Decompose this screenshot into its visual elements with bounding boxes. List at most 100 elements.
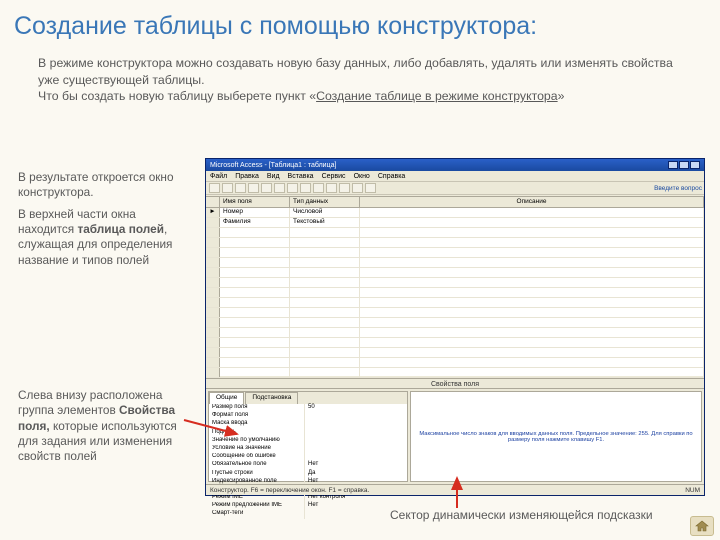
prop-row[interactable]: Смарт-теги (209, 510, 407, 518)
row-selector: ► (206, 208, 220, 217)
prop-row[interactable]: Значение по умолчанию (209, 437, 407, 445)
prop-value[interactable] (304, 420, 407, 428)
prop-value[interactable]: Нет (304, 502, 407, 510)
lp2d: название и типов (18, 253, 113, 267)
help-search[interactable]: Введите вопрос (654, 185, 702, 192)
prop-value[interactable] (304, 445, 407, 453)
prop-row[interactable]: Пустые строкиДа (209, 470, 407, 478)
prop-value[interactable]: Нет контроля (304, 494, 407, 502)
menu-window[interactable]: Окно (354, 173, 370, 180)
toolbar-button[interactable] (222, 183, 233, 193)
intro-line2b: » (558, 89, 565, 103)
home-button[interactable] (690, 516, 714, 536)
grid-row[interactable] (206, 248, 704, 258)
toolbar-button[interactable] (261, 183, 272, 193)
grid-row[interactable] (206, 298, 704, 308)
toolbar-button[interactable] (235, 183, 246, 193)
grid-row[interactable] (206, 338, 704, 348)
row-selector (206, 218, 220, 227)
tab-general[interactable]: Общие (209, 392, 244, 404)
prop-label: Сообщение об ошибке (209, 453, 304, 461)
prop-row[interactable]: Условие на значение (209, 445, 407, 453)
prop-row[interactable]: Формат поля (209, 412, 407, 420)
intro-paragraph: В режиме конструктора можно создавать но… (0, 47, 720, 111)
prop-row[interactable]: Режим предложений IMEНет (209, 502, 407, 510)
grid-row[interactable]: ► Номер Числовой (206, 208, 704, 218)
grid-row[interactable] (206, 288, 704, 298)
prop-label: Смарт-теги (209, 510, 304, 518)
prop-label: Режим предложений IME (209, 502, 304, 510)
prop-label: Значение по умолчанию (209, 437, 304, 445)
grid-row[interactable] (206, 358, 704, 368)
toolbar-button[interactable] (365, 183, 376, 193)
prop-value[interactable] (304, 429, 407, 437)
toolbar-button[interactable] (287, 183, 298, 193)
grid-header-type: Тип данных (290, 197, 360, 207)
prop-row[interactable]: Подпись (209, 429, 407, 437)
cell-type[interactable]: Текстовый (290, 218, 360, 227)
menu-view[interactable]: Вид (267, 173, 280, 180)
prop-value[interactable] (304, 510, 407, 518)
props-list: Размер поля50Формат поляМаска вводаПодпи… (209, 404, 407, 519)
statusbar: Конструктор. F6 = переключение окон. F1 … (206, 484, 704, 495)
tab-lookup[interactable]: Подстановка (245, 392, 298, 404)
lp2e: полей (113, 253, 149, 267)
toolbar-button[interactable] (352, 183, 363, 193)
status-right: NUM (685, 487, 700, 494)
grid-row[interactable] (206, 368, 704, 378)
prop-row[interactable]: Режим IMEНет контроля (209, 494, 407, 502)
minimize-icon[interactable] (668, 161, 678, 169)
props-panel: Общие Подстановка Размер поля50Формат по… (208, 391, 408, 482)
toolbar-button[interactable] (339, 183, 350, 193)
left-text-upper: В результате откроется окно конструктора… (18, 170, 190, 268)
props-title: Свойства поля (206, 378, 704, 389)
grid-header: Имя поля Тип данных Описание (206, 197, 704, 208)
toolbar-button[interactable] (209, 183, 220, 193)
prop-row[interactable]: Размер поля50 (209, 404, 407, 412)
grid-row[interactable] (206, 278, 704, 288)
prop-value[interactable]: Нет (304, 461, 407, 469)
menu-insert[interactable]: Вставка (288, 173, 314, 180)
toolbar-button[interactable] (248, 183, 259, 193)
left-p2: В верхней части окна находится таблица п… (18, 207, 190, 268)
prop-row[interactable]: Обязательное полеНет (209, 461, 407, 469)
grid-row[interactable] (206, 228, 704, 238)
grid-row[interactable] (206, 238, 704, 248)
prop-value[interactable] (304, 437, 407, 445)
toolbar-button[interactable] (326, 183, 337, 193)
prop-label: Обязательное поле (209, 461, 304, 469)
grid-row[interactable] (206, 258, 704, 268)
menu-file[interactable]: Файл (210, 173, 227, 180)
cell-type[interactable]: Числовой (290, 208, 360, 217)
prop-row[interactable]: Маска ввода (209, 420, 407, 428)
grid-header-desc: Описание (360, 197, 704, 207)
grid-row[interactable] (206, 268, 704, 278)
menu-help[interactable]: Справка (378, 173, 405, 180)
toolbar-button[interactable] (300, 183, 311, 193)
cell-desc[interactable] (360, 218, 704, 227)
left-p1: В результате откроется окно конструктора… (18, 170, 190, 201)
prop-label: Режим IME (209, 494, 304, 502)
menu-edit[interactable]: Правка (235, 173, 259, 180)
prop-value[interactable] (304, 412, 407, 420)
prop-label: Размер поля (209, 404, 304, 412)
cell-name[interactable]: Фамилия (220, 218, 290, 227)
close-icon[interactable] (690, 161, 700, 169)
grid-row[interactable] (206, 328, 704, 338)
grid-row[interactable] (206, 308, 704, 318)
menu-tools[interactable]: Сервис (322, 173, 346, 180)
slide-title: Создание таблицы с помощью конструктора: (0, 0, 720, 47)
prop-value[interactable]: 50 (304, 404, 407, 412)
maximize-icon[interactable] (679, 161, 689, 169)
grid-row[interactable] (206, 318, 704, 328)
prop-label: Условие на значение (209, 445, 304, 453)
prop-value[interactable]: Да (304, 470, 407, 478)
grid-row[interactable] (206, 348, 704, 358)
cell-name[interactable]: Номер (220, 208, 290, 217)
toolbar-button[interactable] (313, 183, 324, 193)
toolbar-button[interactable] (274, 183, 285, 193)
prop-row[interactable]: Сообщение об ошибке (209, 453, 407, 461)
cell-desc[interactable] (360, 208, 704, 217)
prop-value[interactable] (304, 453, 407, 461)
grid-row[interactable]: Фамилия Текстовый (206, 218, 704, 228)
